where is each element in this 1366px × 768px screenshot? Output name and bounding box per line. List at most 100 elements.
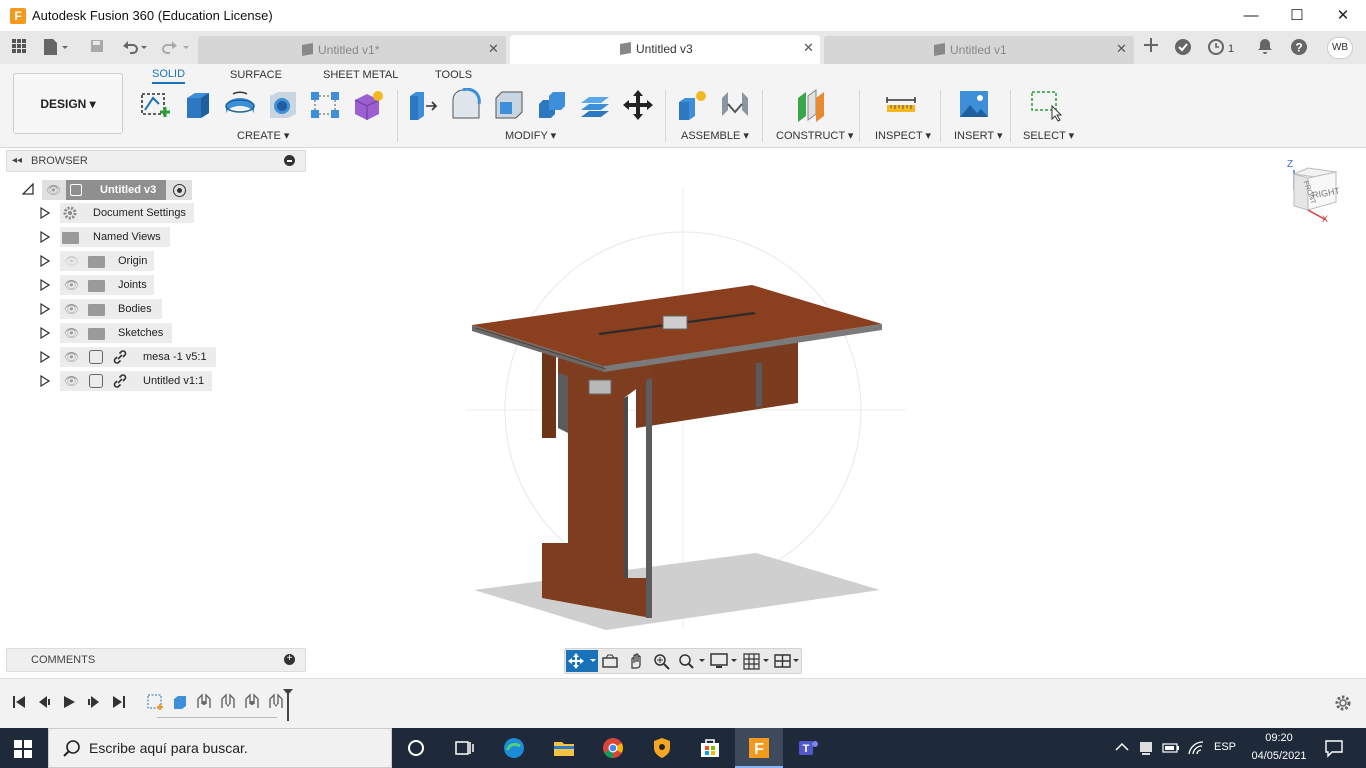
- save-icon[interactable]: [86, 38, 108, 58]
- visibility-eye-icon[interactable]: 👁: [64, 278, 79, 292]
- look-at-icon[interactable]: [601, 652, 619, 673]
- tree-item-bodies[interactable]: 👁 Bodies: [0, 298, 306, 320]
- help-icon[interactable]: ?: [1288, 38, 1310, 58]
- action-center-icon[interactable]: [1324, 738, 1344, 761]
- view-cube[interactable]: Z FRONT RIGHT X: [1286, 159, 1352, 232]
- create-form-icon[interactable]: [351, 88, 385, 122]
- maximize-button[interactable]: ☐: [1274, 0, 1320, 32]
- create-menu[interactable]: CREATE ▾: [237, 129, 289, 142]
- tab-surface[interactable]: SURFACE: [230, 69, 282, 81]
- display-settings-icon[interactable]: [710, 652, 740, 673]
- clock-time[interactable]: 09:20: [1250, 732, 1308, 744]
- data-panel-grid-icon[interactable]: [8, 38, 30, 58]
- tab-sheet-metal[interactable]: SHEET METAL: [323, 69, 398, 81]
- taskbar-search-box[interactable]: Escribe aquí para buscar.: [48, 728, 392, 768]
- timeline-joint-feature-icon[interactable]: [195, 693, 213, 714]
- vpn-shield-icon[interactable]: [650, 736, 674, 760]
- tree-item-mesa-1-v5[interactable]: 👁 mesa -1 v5:1: [0, 346, 306, 368]
- tree-item-joints[interactable]: 👁 Joints: [0, 274, 306, 296]
- collapse-panel-icon[interactable]: ◂◂: [12, 155, 22, 166]
- inspect-menu[interactable]: INSPECT ▾: [875, 129, 931, 142]
- tree-item-named-views[interactable]: Named Views: [0, 226, 306, 248]
- viewports-icon[interactable]: [773, 652, 803, 673]
- cortana-icon[interactable]: [404, 736, 428, 760]
- tab-untitled-v3[interactable]: Untitled v3 ✕: [510, 35, 820, 64]
- tab-tools[interactable]: TOOLS: [435, 69, 472, 81]
- move-copy-icon[interactable]: [621, 88, 655, 122]
- offset-plane-icon[interactable]: [794, 88, 828, 122]
- tray-overflow-chevron-icon[interactable]: [1114, 740, 1130, 757]
- close-window-button[interactable]: ✕: [1320, 0, 1366, 32]
- tab-untitled-v1[interactable]: Untitled v1 ✕: [824, 36, 1134, 64]
- task-view-icon[interactable]: [452, 736, 476, 760]
- visibility-eye-icon[interactable]: 👁: [64, 326, 79, 340]
- step-back-icon[interactable]: [37, 695, 51, 712]
- input-language[interactable]: ESP: [1214, 741, 1236, 753]
- timeline-joint-feature-icon[interactable]: [243, 693, 261, 714]
- close-tab-icon[interactable]: ✕: [803, 40, 814, 56]
- close-tab-icon[interactable]: ✕: [1116, 41, 1127, 57]
- tree-item-sketches[interactable]: 👁 Sketches: [0, 322, 306, 344]
- close-tab-icon[interactable]: ✕: [488, 41, 499, 57]
- workspace-switcher-button[interactable]: DESIGN ▾: [13, 73, 123, 134]
- file-menu-icon[interactable]: [40, 38, 72, 58]
- modify-menu[interactable]: MODIFY ▾: [505, 129, 556, 142]
- tab-untitled-v1-star[interactable]: Untitled v1* ✕: [198, 36, 506, 64]
- extrude-icon[interactable]: [181, 88, 215, 122]
- orbit-constrained-icon[interactable]: [566, 650, 598, 672]
- fillet-icon[interactable]: [449, 87, 483, 122]
- go-to-end-icon[interactable]: [112, 695, 126, 712]
- edge-browser-icon[interactable]: [502, 736, 526, 760]
- minimize-button[interactable]: —: [1228, 0, 1274, 32]
- timeline-joint-feature-icon[interactable]: [219, 693, 237, 714]
- add-comment-icon[interactable]: +: [284, 654, 295, 665]
- new-tab-plus-icon[interactable]: [1140, 38, 1162, 58]
- wifi-icon[interactable]: [1187, 740, 1205, 759]
- tree-root-row[interactable]: 👁 Untitled v3: [0, 180, 306, 202]
- 3d-viewport[interactable]: Z FRONT RIGHT X: [306, 148, 1366, 678]
- job-status-icon[interactable]: 1: [1206, 38, 1236, 58]
- clock-date[interactable]: 04/05/2021: [1248, 750, 1310, 762]
- visibility-eye-icon[interactable]: 👁: [64, 350, 79, 364]
- assemble-menu[interactable]: ASSEMBLE ▾: [681, 129, 749, 142]
- combine-icon[interactable]: [535, 88, 569, 122]
- insert-menu[interactable]: INSERT ▾: [954, 129, 1003, 142]
- revolve-icon[interactable]: [223, 88, 257, 122]
- shell-icon[interactable]: [492, 88, 526, 122]
- fit-zoom-window-icon[interactable]: [677, 652, 707, 673]
- tab-solid[interactable]: SOLID: [152, 68, 186, 84]
- pan-hand-icon[interactable]: [627, 652, 645, 673]
- joint-icon[interactable]: [718, 88, 752, 122]
- create-sketch-icon[interactable]: [138, 88, 172, 122]
- tree-item-document-settings[interactable]: Document Settings: [0, 202, 306, 224]
- fusion-taskbar-button[interactable]: F: [735, 728, 783, 768]
- battery-icon[interactable]: [1162, 741, 1180, 758]
- user-avatar[interactable]: WB: [1327, 37, 1353, 59]
- extensions-icon[interactable]: [1172, 38, 1194, 58]
- timeline-extrude-feature-icon[interactable]: [171, 693, 189, 714]
- microsoft-store-icon[interactable]: [698, 736, 722, 760]
- grid-settings-icon[interactable]: [742, 652, 772, 673]
- measure-icon[interactable]: [884, 88, 918, 122]
- timeline-settings-gear-icon[interactable]: [1334, 694, 1352, 715]
- play-icon[interactable]: [62, 695, 76, 712]
- teams-icon[interactable]: T: [796, 736, 820, 760]
- windows-start-icon[interactable]: [14, 740, 32, 761]
- undo-icon[interactable]: [118, 38, 150, 58]
- window-select-icon[interactable]: [1029, 88, 1063, 122]
- select-menu[interactable]: SELECT ▾: [1023, 129, 1074, 142]
- visibility-eye-icon[interactable]: 👁: [64, 302, 79, 316]
- step-forward-icon[interactable]: [87, 695, 101, 712]
- new-component-icon[interactable]: [675, 88, 709, 122]
- tree-item-untitled-v1[interactable]: 👁 Untitled v1:1: [0, 370, 306, 392]
- go-to-start-icon[interactable]: [12, 695, 26, 712]
- insert-image-icon[interactable]: [957, 88, 991, 122]
- redo-icon[interactable]: [160, 38, 192, 58]
- timeline-marker[interactable]: [283, 689, 293, 721]
- press-pull-icon[interactable]: [406, 88, 440, 122]
- pattern-icon[interactable]: [308, 88, 342, 122]
- tray-device-icon[interactable]: [1138, 740, 1156, 759]
- offset-face-icon[interactable]: [578, 88, 612, 122]
- visibility-eye-icon[interactable]: 👁: [64, 374, 79, 388]
- construct-menu[interactable]: CONSTRUCT ▾: [776, 129, 853, 142]
